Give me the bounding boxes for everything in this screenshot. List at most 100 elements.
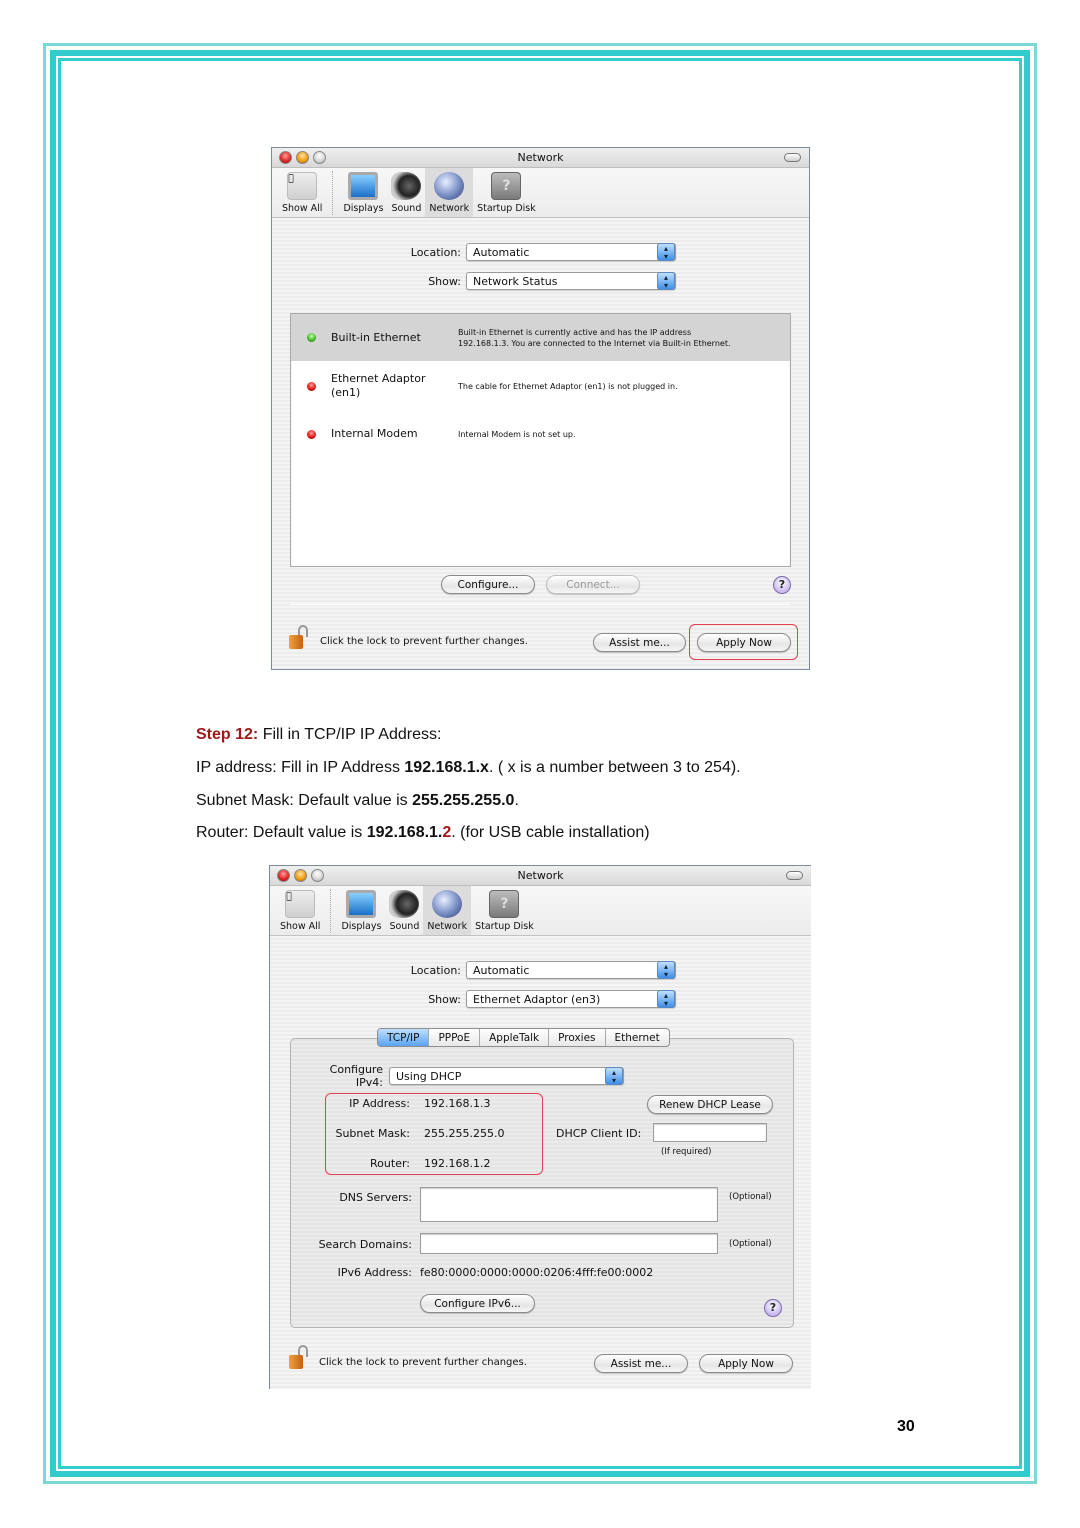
- display-icon: [346, 890, 377, 918]
- assist-me-button[interactable]: Assist me...: [594, 1354, 688, 1373]
- ip-address-value: 192.168.1.3: [424, 1097, 491, 1110]
- network-services-list: Built-in Ethernet Built-in Ethernet is c…: [290, 313, 791, 567]
- service-name: Built-in Ethernet: [331, 330, 421, 344]
- toolbar-label: Show All: [282, 203, 323, 214]
- window-title: Network: [517, 151, 564, 164]
- help-icon[interactable]: ?: [764, 1299, 782, 1317]
- lock-message: Click the lock to prevent further change…: [319, 1357, 527, 1368]
- show-value: Network Status: [473, 274, 558, 288]
- popup-arrows-icon: ▴ ▾: [657, 990, 675, 1008]
- help-icon[interactable]: ?: [773, 576, 791, 594]
- toolbar-show-all[interactable]: Show All: [278, 167, 326, 217]
- location-label: Location:: [410, 245, 461, 259]
- toolbar-label: Network: [429, 203, 470, 214]
- dns-servers-input[interactable]: [420, 1187, 718, 1222]
- window-title: Network: [517, 869, 564, 882]
- service-description: The cable for Ethernet Adaptor (en1) is …: [458, 381, 678, 391]
- ipv6-address-value: fe80:0000:0000:0000:0206:4fff:fe00:0002: [420, 1266, 654, 1279]
- tab-tcpip[interactable]: TCP/IP: [378, 1029, 430, 1046]
- toolbar-network[interactable]: Network: [425, 167, 474, 217]
- toolbar-network[interactable]: Network: [423, 885, 472, 935]
- show-label: Show:: [428, 274, 461, 288]
- text: Router: Default value is: [196, 824, 367, 841]
- toolbar-startup-disk[interactable]: ? Startup Disk: [473, 167, 540, 217]
- service-description: Built-in Ethernet is currently active an…: [458, 327, 731, 348]
- apple-show-all-icon: [285, 890, 316, 918]
- location-popup[interactable]: Automatic ▴ ▾: [466, 243, 676, 261]
- router-value-last-octet: 2: [442, 824, 452, 841]
- toolbar-separator: [330, 888, 332, 933]
- network-globe-icon: [434, 172, 465, 200]
- configure-ipv4-popup[interactable]: Using DHCP ▴ ▾: [389, 1067, 624, 1085]
- text: .: [514, 792, 519, 809]
- service-description: Internal Modem is not set up.: [458, 429, 576, 439]
- step-label: Step 12:: [196, 726, 259, 743]
- service-row-internal-modem[interactable]: Internal Modem Internal Modem is not set…: [291, 411, 790, 457]
- status-red-icon: [307, 429, 316, 439]
- tab-pppoe[interactable]: PPPoE: [429, 1029, 481, 1046]
- lock-icon[interactable]: [289, 625, 309, 651]
- assist-me-button[interactable]: Assist me...: [593, 633, 686, 652]
- configure-ipv4-value: Using DHCP: [396, 1069, 462, 1083]
- toolbar-displays[interactable]: Displays: [337, 885, 385, 935]
- tab-proxies[interactable]: Proxies: [549, 1029, 606, 1046]
- location-value: Automatic: [473, 963, 530, 977]
- connect-button[interactable]: Connect...: [546, 575, 640, 594]
- ipv6-address-label: IPv6 Address:: [337, 1266, 412, 1279]
- ip-address-label: IP Address:: [349, 1097, 410, 1110]
- show-value: Ethernet Adaptor (en3): [473, 992, 601, 1006]
- page-number: 30: [897, 1418, 915, 1435]
- popup-arrows-icon: ▴ ▾: [657, 243, 675, 261]
- status-green-icon: [307, 333, 316, 342]
- location-popup[interactable]: Automatic ▴ ▾: [466, 961, 676, 979]
- toolbar-toggle-button[interactable]: [784, 153, 801, 162]
- lock-icon[interactable]: [289, 1345, 309, 1371]
- show-popup[interactable]: Network Status ▴ ▾: [466, 272, 676, 290]
- mask-instruction: Subnet Mask: Default value is 255.255.25…: [196, 792, 519, 810]
- service-name: Ethernet Adaptor (en1): [331, 372, 426, 399]
- service-row-built-in-ethernet[interactable]: Built-in Ethernet Built-in Ethernet is c…: [291, 314, 790, 361]
- ip-value: 192.168.1.x: [404, 759, 489, 776]
- dns-servers-label: DNS Servers:: [339, 1191, 412, 1204]
- toolbar-label: Displays: [343, 203, 384, 214]
- apply-now-button[interactable]: Apply Now: [697, 633, 791, 652]
- service-row-ethernet-adaptor-en1[interactable]: Ethernet Adaptor (en1) The cable for Eth…: [291, 361, 790, 411]
- toolbar-displays[interactable]: Displays: [339, 167, 387, 217]
- speaker-icon: [391, 172, 422, 200]
- lock-message: Click the lock to prevent further change…: [320, 636, 528, 647]
- text: . (for USB cable installation): [451, 824, 650, 841]
- apply-now-button[interactable]: Apply Now: [699, 1354, 793, 1373]
- mask-value: 255.255.255.0: [412, 792, 515, 809]
- tcpip-config-window: Network Show All Displays Sound Network …: [269, 865, 811, 1389]
- dhcp-client-id-input[interactable]: [653, 1123, 767, 1142]
- popup-arrows-icon: ▴ ▾: [605, 1067, 623, 1085]
- preferences-toolbar: Show All Displays Sound Network ? Startup…: [272, 167, 809, 218]
- tab-ethernet[interactable]: Ethernet: [606, 1029, 669, 1046]
- apple-show-all-icon: [287, 172, 318, 200]
- tab-appletalk[interactable]: AppleTalk: [480, 1029, 550, 1046]
- step-text: Fill in TCP/IP IP Address:: [258, 726, 442, 743]
- text: IP address: Fill in IP Address: [196, 759, 405, 776]
- network-status-window: Network Show All Displays Sound Network …: [271, 147, 810, 670]
- search-domains-input[interactable]: [420, 1233, 718, 1254]
- text: Subnet Mask: Default value is: [196, 792, 413, 809]
- popup-arrows-icon: ▴ ▾: [657, 961, 675, 979]
- tab-bar: TCP/IP PPPoE AppleTalk Proxies Ethernet: [377, 1028, 670, 1047]
- toolbar-sound[interactable]: Sound: [387, 167, 425, 217]
- ip-instruction: IP address: Fill in IP Address 192.168.1…: [196, 759, 741, 777]
- toolbar-label: Startup Disk: [477, 203, 536, 214]
- show-popup[interactable]: Ethernet Adaptor (en3) ▴ ▾: [466, 990, 676, 1008]
- configure-button[interactable]: Configure...: [441, 575, 535, 594]
- toolbar-separator: [332, 170, 334, 215]
- configure-ipv6-button[interactable]: Configure IPv6...: [420, 1294, 535, 1313]
- renew-dhcp-lease-button[interactable]: Renew DHCP Lease: [647, 1095, 773, 1114]
- toolbar-sound[interactable]: Sound: [385, 885, 423, 935]
- toolbar-toggle-button[interactable]: [786, 871, 803, 880]
- toolbar-show-all[interactable]: Show All: [276, 885, 324, 935]
- speaker-icon: [389, 890, 420, 918]
- toolbar-label: Show All: [280, 921, 321, 932]
- subnet-mask-value: 255.255.255.0: [424, 1127, 505, 1140]
- router-instruction: Router: Default value is 192.168.1.2. (f…: [196, 824, 650, 842]
- startup-disk-icon: ?: [489, 890, 520, 918]
- toolbar-startup-disk[interactable]: ? Startup Disk: [471, 885, 538, 935]
